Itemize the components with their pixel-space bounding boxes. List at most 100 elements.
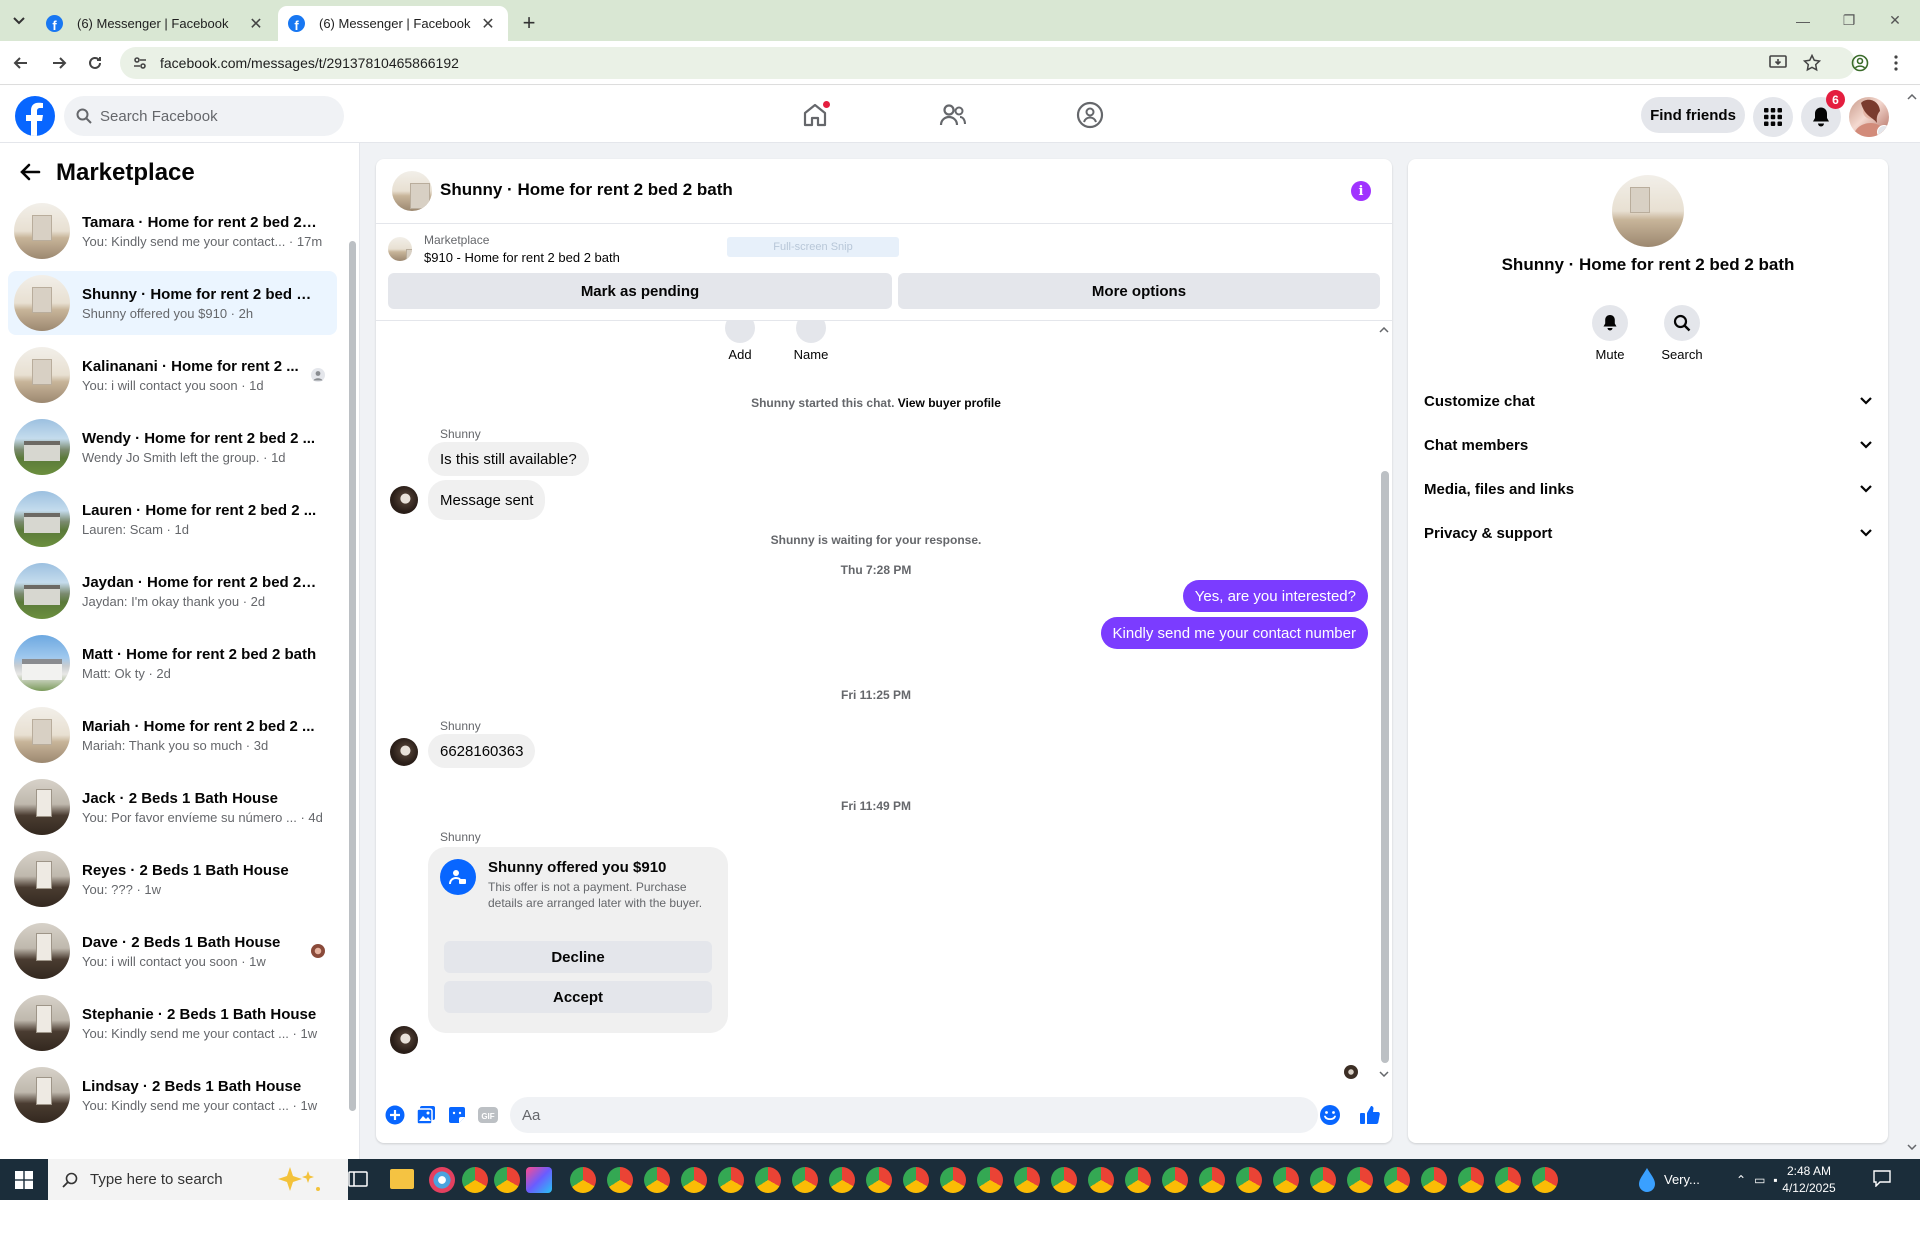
chrome-icon[interactable] — [866, 1167, 892, 1193]
message-input[interactable]: Aa — [510, 1097, 1318, 1133]
chevron-up-icon[interactable]: ⌃ — [1736, 1173, 1746, 1187]
account-chevron-icon[interactable] — [1877, 125, 1889, 137]
incoming-message[interactable]: Message sent — [428, 480, 546, 520]
gif-icon[interactable]: GIF — [477, 1104, 499, 1126]
more-actions-icon[interactable] — [384, 1104, 406, 1126]
find-friends-button[interactable]: Find friends — [1641, 97, 1745, 133]
listing-thumbnail[interactable] — [388, 237, 412, 261]
listing-avatar[interactable] — [1612, 175, 1684, 247]
mute-button[interactable]: Mute — [1580, 305, 1640, 362]
chrome-icon[interactable] — [1125, 1167, 1151, 1193]
address-bar[interactable]: facebook.com/messages/t/2913781046586619… — [120, 47, 1855, 79]
chrome-icon[interactable] — [1421, 1167, 1447, 1193]
nav-groups[interactable] — [1075, 100, 1105, 130]
notification-center-icon[interactable] — [1872, 1169, 1894, 1189]
task-view-icon[interactable] — [348, 1171, 368, 1187]
chrome-icon[interactable] — [792, 1167, 818, 1193]
chat-title[interactable]: Shunny · Home for rent 2 bed 2 bath — [440, 180, 733, 200]
start-button[interactable] — [0, 1159, 48, 1200]
accept-button[interactable]: Accept — [444, 981, 712, 1013]
chrome-icon[interactable] — [681, 1167, 707, 1193]
close-icon[interactable]: ✕ — [246, 14, 266, 34]
chrome-icon[interactable] — [1088, 1167, 1114, 1193]
facebook-logo-icon[interactable] — [15, 96, 55, 136]
thumbs-up-icon[interactable] — [1359, 1104, 1381, 1126]
chrome-icon[interactable] — [903, 1167, 929, 1193]
new-tab-button[interactable]: + — [516, 10, 542, 36]
incoming-message[interactable]: 6628160363 — [428, 734, 536, 768]
chat-members-section[interactable]: Chat members — [1424, 423, 1872, 467]
listing-title[interactable]: $910 - Home for rent 2 bed 2 bath — [424, 250, 620, 265]
nav-friends[interactable] — [938, 100, 968, 130]
chrome-icon[interactable] — [1458, 1167, 1484, 1193]
network-icon[interactable]: ▭ — [1754, 1173, 1765, 1187]
view-buyer-profile-link[interactable]: View buyer profile — [898, 396, 1001, 410]
conversation-item-selected[interactable]: Shunny · Home for rent 2 bed 2 ... Shunny… — [8, 271, 337, 335]
chrome-icon[interactable] — [1236, 1167, 1262, 1193]
media-files-links-section[interactable]: Media, files and links — [1424, 467, 1872, 511]
outgoing-message[interactable]: Kindly send me your contact number — [1100, 617, 1368, 649]
sender-avatar[interactable] — [390, 486, 418, 514]
bookmark-star-icon[interactable] — [1800, 51, 1824, 75]
incoming-message[interactable]: Is this still available? — [428, 442, 589, 476]
chrome-icon[interactable] — [1162, 1167, 1188, 1193]
browser-tab-active[interactable]: f (6) Messenger | Facebook ✕ — [278, 6, 508, 41]
menu-button[interactable] — [1753, 97, 1793, 137]
search-in-chat-button[interactable]: Search — [1652, 305, 1712, 362]
profile-icon[interactable] — [1848, 51, 1872, 75]
chrome-icon[interactable] — [940, 1167, 966, 1193]
sender-avatar[interactable] — [390, 1026, 418, 1054]
conversation-item[interactable]: Jack · 2 Beds 1 Bath House You: Por favor… — [8, 775, 337, 839]
scrollbar-thumb[interactable] — [349, 241, 356, 1111]
account-avatar[interactable] — [1849, 97, 1889, 137]
conversation-item[interactable]: Lauren · Home for rent 2 bed 2 ... Lauren… — [8, 487, 337, 551]
back-arrow-icon[interactable] — [18, 160, 44, 186]
chrome-icon[interactable] — [1310, 1167, 1336, 1193]
info-icon[interactable]: i — [1351, 181, 1371, 201]
taskbar-search-input[interactable]: Type here to search — [48, 1159, 348, 1200]
chrome-icon[interactable] — [494, 1167, 520, 1193]
conversation-item[interactable]: Matt · Home for rent 2 bed 2 bath Matt: O… — [8, 631, 337, 695]
sticker-icon[interactable] — [446, 1104, 468, 1126]
chrome-icon[interactable] — [829, 1167, 855, 1193]
page-scrollbar[interactable] — [1904, 86, 1920, 1159]
app-icon[interactable] — [429, 1167, 455, 1193]
conversation-item[interactable]: Dave · 2 Beds 1 Bath House You: i will co… — [8, 919, 337, 983]
privacy-support-section[interactable]: Privacy & support — [1424, 511, 1872, 555]
more-options-button[interactable]: More options — [898, 273, 1380, 309]
chrome-icon[interactable] — [755, 1167, 781, 1193]
scrollbar-thumb[interactable] — [1381, 471, 1389, 1063]
chrome-icon[interactable] — [644, 1167, 670, 1193]
chrome-icon[interactable] — [1347, 1167, 1373, 1193]
install-app-icon[interactable] — [1766, 51, 1790, 75]
chrome-icon[interactable] — [1495, 1167, 1521, 1193]
customize-chat-section[interactable]: Customize chat — [1424, 379, 1872, 423]
add-action[interactable]: Add — [722, 321, 758, 362]
browser-menu-icon[interactable] — [1884, 51, 1908, 75]
chat-scrollbar[interactable] — [1378, 321, 1390, 1085]
taskbar-clock[interactable]: 2:48 AM 4/12/2025 — [1774, 1163, 1844, 1197]
chrome-icon[interactable] — [977, 1167, 1003, 1193]
browser-tab[interactable]: f (6) Messenger | Facebook ✕ — [36, 6, 276, 41]
chrome-icon[interactable] — [1273, 1167, 1299, 1193]
conversation-item[interactable]: Mariah · Home for rent 2 bed 2 ... Mariah… — [8, 703, 337, 767]
chrome-icon[interactable] — [1014, 1167, 1040, 1193]
chrome-icon[interactable] — [1051, 1167, 1077, 1193]
conversation-item[interactable]: Lindsay · 2 Beds 1 Bath House You: Kindly… — [8, 1063, 337, 1127]
name-action[interactable]: Name — [793, 321, 829, 362]
site-settings-icon[interactable] — [132, 55, 150, 71]
tab-list-button[interactable] — [6, 9, 32, 33]
back-button[interactable] — [8, 50, 34, 76]
chrome-icon[interactable] — [718, 1167, 744, 1193]
chrome-icon[interactable] — [1532, 1167, 1558, 1193]
chat-avatar[interactable] — [392, 171, 432, 211]
conversation-item[interactable]: Wendy · Home for rent 2 bed 2 ... Wendy J… — [8, 415, 337, 479]
sender-avatar[interactable] — [390, 738, 418, 766]
facebook-search-input[interactable]: Search Facebook — [64, 96, 344, 136]
emoji-icon[interactable] — [1319, 1104, 1341, 1126]
chrome-icon[interactable] — [1384, 1167, 1410, 1193]
m365-icon[interactable] — [526, 1167, 552, 1193]
file-explorer-icon[interactable] — [390, 1169, 414, 1189]
chrome-icon[interactable] — [570, 1167, 596, 1193]
chrome-icon[interactable] — [607, 1167, 633, 1193]
